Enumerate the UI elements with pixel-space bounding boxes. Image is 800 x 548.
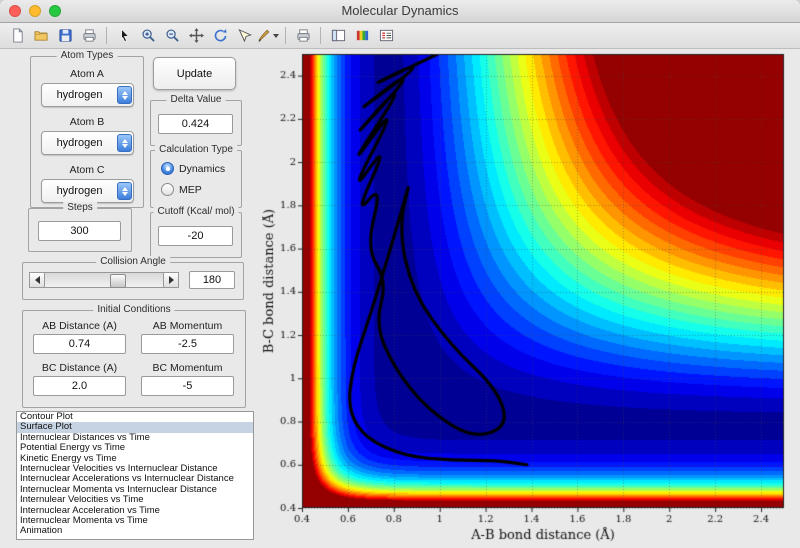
contour-plot[interactable] bbox=[262, 44, 796, 544]
steps-field[interactable] bbox=[38, 221, 121, 241]
atom-c-label: Atom C bbox=[31, 164, 143, 176]
toolbar-print-figure-icon[interactable] bbox=[292, 25, 314, 46]
slider-left-arrow[interactable] bbox=[29, 272, 45, 288]
atom-b-value: hydrogen bbox=[42, 137, 117, 149]
mep-radio-label: MEP bbox=[179, 184, 202, 196]
toolbar-brush-icon[interactable] bbox=[257, 25, 279, 46]
ab-distance-label: AB Distance (A) bbox=[33, 320, 126, 332]
atom-b-dropdown[interactable]: hydrogen bbox=[41, 131, 134, 155]
window-title: Molecular Dynamics bbox=[0, 0, 800, 22]
toolbar-rotate-3d-icon[interactable] bbox=[209, 25, 231, 46]
toolbar-zoom-out-icon[interactable] bbox=[161, 25, 183, 46]
toolbar-data-cursor-icon[interactable] bbox=[233, 25, 255, 46]
bc-distance-label: BC Distance (A) bbox=[33, 362, 126, 374]
delta-value-title: Delta Value bbox=[167, 94, 226, 105]
toolbar-pan-icon[interactable] bbox=[185, 25, 207, 46]
titlebar[interactable]: Molecular Dynamics bbox=[0, 0, 800, 23]
mep-radio-row: MEP bbox=[161, 183, 202, 196]
atom-a-dropdown[interactable]: hydrogen bbox=[41, 83, 134, 107]
toolbar-pointer-icon[interactable] bbox=[113, 25, 135, 46]
stepper-arrows-icon bbox=[117, 182, 132, 200]
minimize-button[interactable] bbox=[29, 5, 41, 17]
stepper-arrows-icon bbox=[117, 134, 132, 152]
collision-angle-slider bbox=[29, 272, 179, 288]
toolbar-insert-legend-icon[interactable] bbox=[375, 25, 397, 46]
atom-types-group: Atom Types Atom A hydrogen Atom B hydrog… bbox=[30, 56, 144, 208]
cutoff-group: Cutoff (Kcal/ mol) bbox=[150, 212, 242, 258]
plot-type-listbox[interactable]: Contour PlotSurface PlotInternuclear Dis… bbox=[16, 411, 254, 540]
ab-momentum-field[interactable] bbox=[141, 334, 234, 354]
toolbar-save-icon[interactable] bbox=[54, 25, 76, 46]
steps-title: Steps bbox=[63, 202, 97, 213]
toolbar-separator bbox=[285, 27, 286, 44]
toolbar-new-file-icon[interactable] bbox=[6, 25, 28, 46]
zoom-button[interactable] bbox=[49, 5, 61, 17]
collision-angle-title: Collision Angle bbox=[96, 256, 170, 267]
dropdown-arrow-icon[interactable] bbox=[273, 34, 279, 38]
initial-conditions-title: Initial Conditions bbox=[93, 304, 174, 315]
toolbar-separator bbox=[320, 27, 321, 44]
toolbar-open-file-icon[interactable] bbox=[30, 25, 52, 46]
plot-list-item[interactable]: Internulear Velocities vs Time bbox=[17, 495, 253, 505]
bc-momentum-field[interactable] bbox=[141, 376, 234, 396]
collision-angle-group: Collision Angle bbox=[22, 262, 244, 300]
atom-c-dropdown[interactable]: hydrogen bbox=[41, 179, 134, 203]
delta-value-field[interactable] bbox=[158, 114, 233, 134]
calculation-type-title: Calculation Type bbox=[155, 144, 237, 155]
cutoff-title: Cutoff (Kcal/ mol) bbox=[153, 206, 238, 217]
window-controls bbox=[9, 5, 61, 17]
initial-conditions-group: Initial Conditions AB Distance (A) AB Mo… bbox=[22, 310, 246, 408]
update-button[interactable]: Update bbox=[153, 57, 236, 90]
collision-angle-field[interactable] bbox=[189, 271, 235, 289]
bc-momentum-label: BC Momentum bbox=[141, 362, 234, 374]
atom-c-value: hydrogen bbox=[42, 185, 117, 197]
toolbar-zoom-in-icon[interactable] bbox=[137, 25, 159, 46]
atom-b-label: Atom B bbox=[31, 116, 143, 128]
toolbar-insert-colorbar-icon[interactable] bbox=[351, 25, 373, 46]
dynamics-radio-row: Dynamics bbox=[161, 162, 225, 175]
atom-a-label: Atom A bbox=[31, 68, 143, 80]
atom-a-value: hydrogen bbox=[42, 89, 117, 101]
cutoff-field[interactable] bbox=[158, 226, 233, 246]
ab-momentum-label: AB Momentum bbox=[141, 320, 234, 332]
toolbar-print-icon[interactable] bbox=[78, 25, 100, 46]
atom-types-title: Atom Types bbox=[57, 50, 118, 61]
bc-distance-field[interactable] bbox=[33, 376, 126, 396]
toolbar-plot-browser-icon[interactable] bbox=[327, 25, 349, 46]
plot-list-item[interactable]: Animation bbox=[17, 526, 253, 536]
plot-list-item[interactable]: Potential Energy vs Time bbox=[17, 443, 253, 453]
stepper-arrows-icon bbox=[117, 86, 132, 104]
toolbar-separator bbox=[106, 27, 107, 44]
steps-group: Steps bbox=[28, 208, 132, 252]
calculation-type-group: Calculation Type Dynamics MEP bbox=[150, 150, 242, 208]
close-button[interactable] bbox=[9, 5, 21, 17]
slider-right-arrow[interactable] bbox=[163, 272, 179, 288]
app-window: Molecular Dynamics Atom Types Atom A hyd… bbox=[0, 0, 800, 548]
dynamics-radio-label: Dynamics bbox=[179, 163, 225, 175]
delta-value-group: Delta Value bbox=[150, 100, 242, 146]
dynamics-radio[interactable] bbox=[161, 162, 174, 175]
slider-track[interactable] bbox=[45, 272, 163, 288]
ab-distance-field[interactable] bbox=[33, 334, 126, 354]
mep-radio[interactable] bbox=[161, 183, 174, 196]
slider-thumb[interactable] bbox=[110, 274, 126, 288]
